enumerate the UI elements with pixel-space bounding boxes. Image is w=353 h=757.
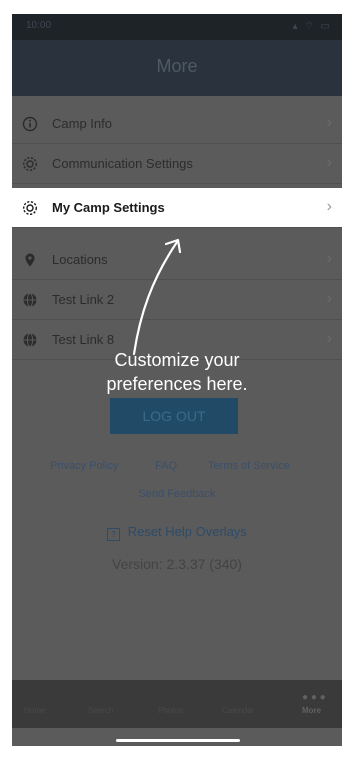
chevron-right-icon: › (326, 114, 332, 131)
tab-home[interactable]: Home (24, 706, 45, 715)
globe-icon (22, 292, 38, 308)
footer-links: Privacy Policy FAQ Terms of Service (12, 460, 342, 474)
tab-search[interactable]: Search (88, 706, 113, 715)
callout-line-2: preferences here. (106, 374, 248, 394)
tab-more[interactable]: More (302, 706, 321, 715)
help-overlay-callout: Customize your preferences here. (82, 348, 272, 396)
menu-item-camp-info[interactable]: Camp Info › (12, 104, 342, 144)
menu-item-my-camp-settings[interactable]: My Camp Settings › (12, 188, 342, 228)
callout-line-1: Customize your (114, 350, 240, 370)
tab-photos[interactable]: Photos (158, 706, 183, 715)
gear-icon (22, 156, 38, 172)
globe-icon (22, 332, 38, 348)
terms-link[interactable]: Terms of Service (208, 460, 290, 472)
phone-screen: 10:00 ▴ ⌔ ▭ More Camp Info › Communicati… (12, 14, 342, 746)
menu-item-label: Communication Settings (52, 156, 193, 171)
send-feedback-link[interactable]: Send Feedback (12, 488, 342, 500)
more-dots-icon: ● ● ● (302, 692, 326, 703)
chevron-right-icon: › (326, 198, 332, 215)
gear-icon (22, 200, 38, 216)
menu-item-label: Test Link 8 (52, 332, 115, 347)
tab-calendar[interactable]: Calendar (222, 706, 254, 715)
logout-button[interactable]: LOG OUT (110, 398, 238, 434)
menu-item-label: Camp Info (52, 116, 112, 131)
menu-item-label: Locations (52, 252, 108, 267)
nav-bar: More (12, 40, 342, 96)
menu-item-label: Test Link 2 (52, 292, 115, 307)
reset-help-overlays-button[interactable]: ? Reset Help Overlays (12, 524, 342, 541)
help-box-icon: ? (107, 528, 121, 541)
status-icons: ▴ ⌔ ▭ (292, 21, 332, 32)
callout-arrow-icon (132, 238, 182, 356)
chevron-right-icon: › (326, 290, 332, 307)
page-title: More (156, 56, 198, 76)
status-bar: 10:00 ▴ ⌔ ▭ (12, 14, 342, 40)
chevron-right-icon: › (326, 154, 332, 171)
privacy-policy-link[interactable]: Privacy Policy (50, 460, 118, 472)
home-indicator (116, 739, 240, 742)
menu-item-communication-settings[interactable]: Communication Settings › (12, 144, 342, 184)
info-icon (22, 116, 38, 132)
reset-help-label: Reset Help Overlays (127, 524, 247, 539)
menu-item-label: My Camp Settings (52, 200, 165, 215)
status-time: 10:00 (26, 20, 52, 31)
tab-bar: Home Search Photos Calendar ● ● ● More (12, 680, 342, 728)
map-pin-icon (22, 252, 38, 268)
faq-link[interactable]: FAQ (155, 460, 177, 472)
version-text: Version: 2.3.37 (340) (112, 556, 242, 572)
chevron-right-icon: › (326, 250, 332, 267)
chevron-right-icon: › (326, 330, 332, 347)
